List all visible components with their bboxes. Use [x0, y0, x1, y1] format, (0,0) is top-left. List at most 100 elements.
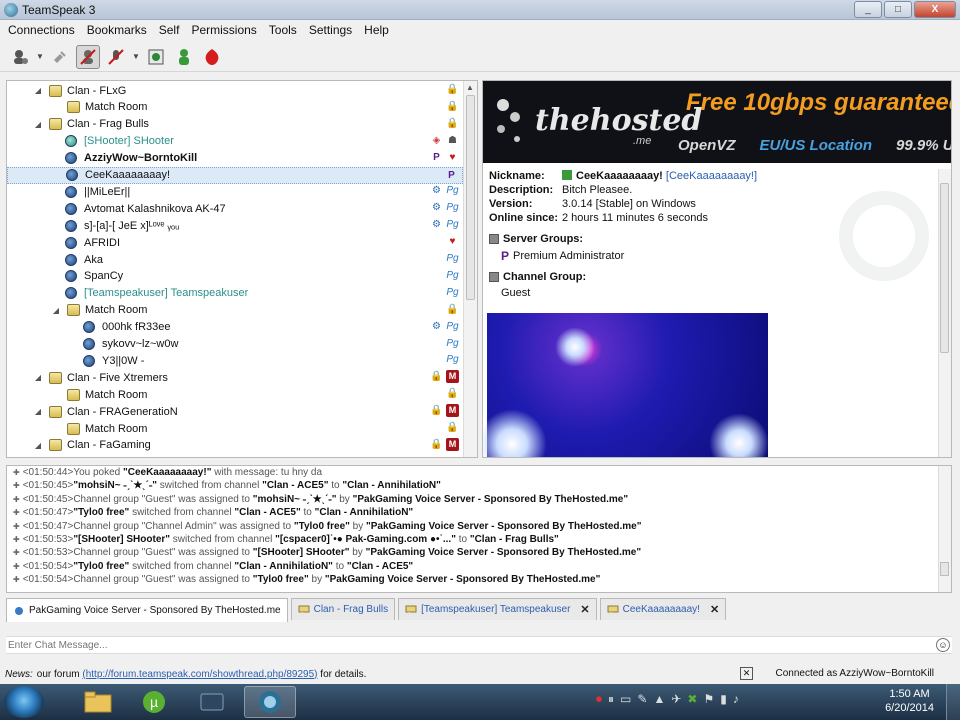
menu-settings[interactable]: Settings: [303, 20, 358, 42]
tree-scroll-thumb[interactable]: [466, 95, 475, 300]
chat-highlight[interactable]: "Clan - Frag Bulls": [470, 534, 559, 545]
expand-icon[interactable]: ◢: [33, 407, 43, 416]
flag-tray-icon[interactable]: ⚑: [703, 692, 714, 707]
channel-row[interactable]: ◢ Clan - FaGaming 🔒 M: [7, 437, 463, 454]
emoticon-icon[interactable]: ☺: [936, 638, 950, 652]
maximize-button[interactable]: □: [884, 1, 912, 18]
close-tab-icon[interactable]: ✕: [580, 603, 589, 616]
channel-row[interactable]: ◢ Clan - Five Xtremers 🔒 M: [7, 369, 463, 386]
expand-icon[interactable]: ◢: [33, 86, 43, 95]
menu-self[interactable]: Self: [153, 20, 186, 42]
pause-tray-icon[interactable]: ⏸: [608, 692, 614, 707]
channel-row[interactable]: Match Room 🔒: [7, 420, 463, 437]
channel-row[interactable]: Match Room 🔒: [7, 99, 463, 116]
menu-tools[interactable]: Tools: [263, 20, 303, 42]
channel-row[interactable]: Match Room 🔒: [7, 386, 463, 403]
taskbar-utorrent[interactable]: µ: [128, 686, 180, 718]
menu-permissions[interactable]: Permissions: [185, 20, 262, 42]
menu-help[interactable]: Help: [358, 20, 395, 42]
chat-highlight[interactable]: "PakGaming Voice Server - Sponsored By T…: [325, 574, 601, 585]
chat-highlight[interactable]: "Clan - AnnihilatioN": [315, 507, 414, 518]
taskbar-teamspeak[interactable]: [244, 686, 296, 718]
client-row[interactable]: [SHooter] SHooter ◈ ☗: [7, 133, 463, 150]
channel-row[interactable]: ◢ Clan - FLxG 🔒: [7, 82, 463, 99]
tools-tray-icon[interactable]: ✎: [637, 692, 647, 707]
chat-scrollbar[interactable]: [938, 466, 951, 592]
client-row[interactable]: ||MiLeEr|| ⚙ Pg: [7, 183, 463, 200]
tab-private-teamspeakuser[interactable]: [Teamspeakuser] Teamspeakuser ✕: [398, 598, 597, 620]
client-row[interactable]: AzziyWow~BorntoKill P ♥: [7, 150, 463, 167]
mute-speakers-button[interactable]: [144, 45, 168, 69]
chat-highlight[interactable]: "Clan - AnnihilatioN": [342, 480, 441, 491]
chat-highlight[interactable]: "PakGaming Voice Server - Sponsored By T…: [366, 521, 642, 532]
expand-icon[interactable]: ◢: [33, 120, 43, 129]
nickname-uid[interactable]: [CeeKaaaaaaaay!]: [666, 170, 757, 182]
chat-highlight[interactable]: "PakGaming Voice Server - Sponsored By T…: [366, 547, 642, 558]
channel-row[interactable]: ◢ Clan - FRAGeneratioN 🔒 M: [7, 403, 463, 420]
client-row[interactable]: Y3||0W - Pg: [7, 352, 463, 369]
tab-server[interactable]: PakGaming Voice Server - Sponsored By Th…: [6, 598, 288, 622]
chat-highlight[interactable]: "Clan - ACE5": [234, 507, 300, 518]
chat-highlight[interactable]: "Tylo0 free": [253, 574, 309, 585]
client-row[interactable]: SpanCy Pg: [7, 268, 463, 285]
signal-tray-icon[interactable]: ▮: [720, 692, 727, 707]
expand-icon[interactable]: ◢: [51, 306, 61, 315]
chat-highlight[interactable]: "Tylo0 free": [294, 521, 350, 532]
chat-highlight[interactable]: "[SHooter] SHooter": [73, 534, 170, 545]
client-row[interactable]: sykovv~lz~w0w Pg: [7, 336, 463, 353]
mute-microphone-button[interactable]: [104, 45, 128, 69]
chat-message-input[interactable]: [6, 639, 906, 651]
chat-highlight[interactable]: "[SHooter] SHooter": [253, 547, 350, 558]
away-button[interactable]: [76, 44, 100, 69]
tab-channel[interactable]: Clan - Frag Bulls: [290, 598, 396, 620]
contacts-button[interactable]: [172, 45, 196, 69]
chat-highlight[interactable]: "Clan - AnnihilatioN": [234, 561, 333, 572]
close-news-icon[interactable]: ✕: [740, 667, 753, 680]
network-tray-icon[interactable]: ▲: [653, 692, 665, 707]
menu-bookmarks[interactable]: Bookmarks: [81, 20, 153, 42]
chat-scroll-thumb[interactable]: [940, 562, 949, 576]
scroll-up-icon[interactable]: ▲: [466, 83, 474, 92]
close-tray-icon[interactable]: ✖: [687, 692, 697, 707]
client-row[interactable]: CeeKaaaaaaaay! P: [7, 166, 463, 184]
chat-highlight[interactable]: "PakGaming Voice Server - Sponsored By T…: [353, 494, 629, 505]
minimize-button[interactable]: _: [854, 1, 882, 18]
chat-highlight[interactable]: "mohsiN~ ˗ˏˋ★ˎˊ˗": [253, 494, 337, 505]
chat-highlight[interactable]: "Tylo0 free": [73, 507, 129, 518]
info-scrollbar[interactable]: [938, 169, 951, 457]
client-row[interactable]: AFRIDI ♥: [7, 234, 463, 251]
client-row[interactable]: Aka Pg: [7, 251, 463, 268]
monitor-tray-icon[interactable]: ▭: [620, 692, 631, 707]
channel-tree[interactable]: ▲ ◢ Clan - FLxG 🔒 Match Room 🔒 ◢ Clan - Frag B…: [6, 80, 478, 458]
client-row[interactable]: 000hk fR33ee ⚙ Pg: [7, 319, 463, 336]
news-link[interactable]: (http://forum.teamspeak.com/showthread.p…: [82, 669, 317, 680]
chat-highlight[interactable]: "[cspacer0]˙•● Pak-Gaming.com ●•˙...": [275, 534, 456, 545]
taskbar-app[interactable]: [186, 686, 238, 718]
menu-connections[interactable]: Connections: [2, 20, 81, 42]
connect-dropdown-icon[interactable]: ▼: [36, 52, 44, 61]
expand-icon[interactable]: ◢: [33, 441, 43, 450]
channel-row[interactable]: ◢ Match Room 🔒: [7, 302, 463, 319]
channel-row[interactable]: ◢ Clan - Frag Bulls 🔒: [7, 116, 463, 133]
volume-tray-icon[interactable]: ♪: [733, 692, 739, 707]
show-desktop-button[interactable]: [946, 684, 960, 720]
info-scroll-thumb[interactable]: [940, 183, 949, 353]
chat-highlight[interactable]: "CeeKaaaaaaaay!": [123, 467, 211, 478]
client-row[interactable]: Avtomat Kalashnikova AK-47 ⚙ Pg: [7, 200, 463, 217]
teamspeak-logo-button[interactable]: [200, 45, 224, 69]
client-row[interactable]: s]-[a]-[ JeE x]ᴸᵒᵛᵉ ᵧₒᵤ ⚙ Pg: [7, 217, 463, 234]
expand-icon[interactable]: ◢: [33, 373, 43, 382]
tab-private-ceekaaaaaaaay[interactable]: CeeKaaaaaaaay! ✕: [599, 598, 727, 620]
start-button[interactable]: [4, 686, 44, 718]
mute-dropdown-icon[interactable]: ▼: [132, 52, 140, 61]
close-tab-icon[interactable]: ✕: [710, 603, 719, 616]
chat-highlight[interactable]: "Clan - ACE5": [347, 561, 413, 572]
record-tray-icon[interactable]: ⏺: [596, 692, 602, 707]
close-window-button[interactable]: X: [914, 1, 956, 18]
chat-highlight[interactable]: "Tylo0 free": [73, 561, 129, 572]
server-banner[interactable]: thehosted .me Free 10gbps guaranteed DDO…: [483, 81, 951, 163]
disconnect-button[interactable]: [48, 45, 72, 69]
client-row[interactable]: [Teamspeakuser] Teamspeakuser Pg: [7, 285, 463, 302]
chat-log[interactable]: ✚ <01:50:44>You poked "CeeKaaaaaaaay!" wi…: [6, 465, 952, 593]
taskbar-explorer[interactable]: [72, 686, 124, 718]
